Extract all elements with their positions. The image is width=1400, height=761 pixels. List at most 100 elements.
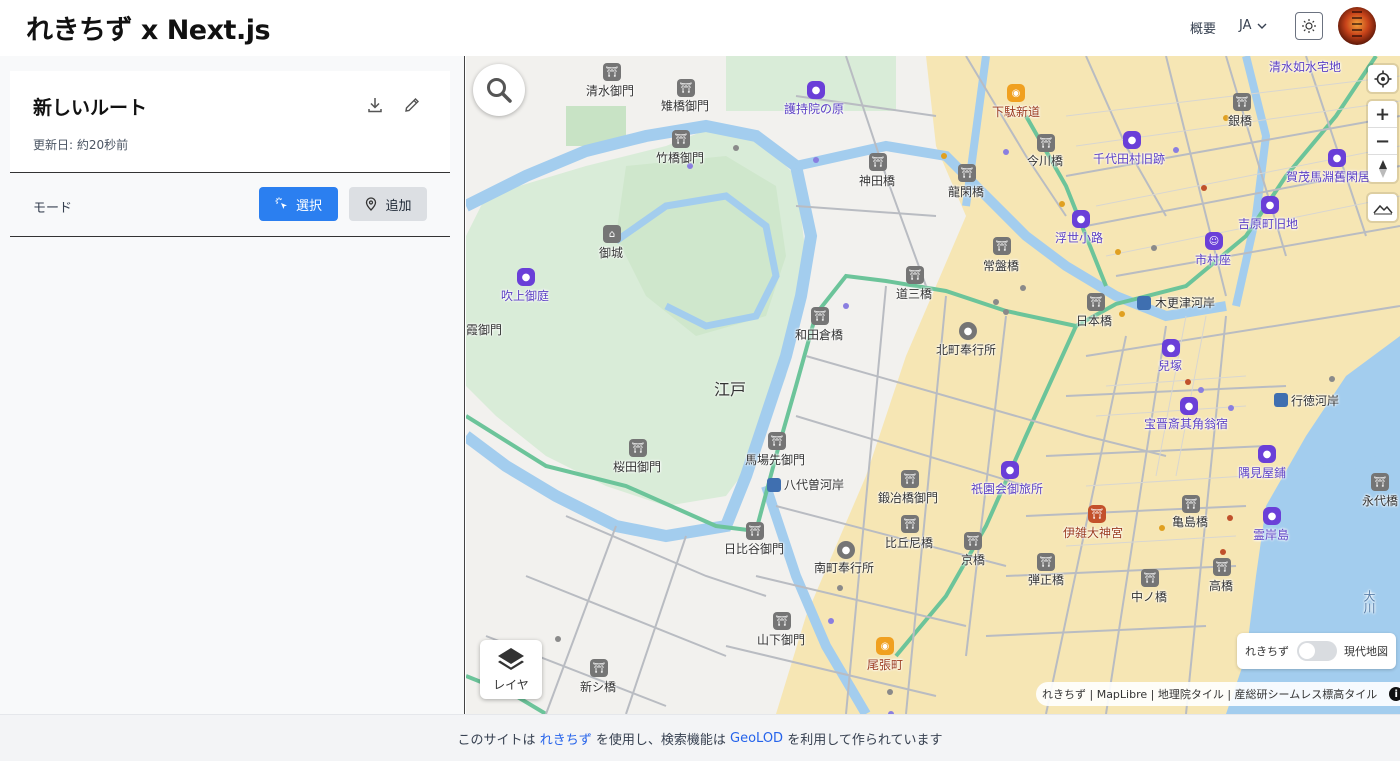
gate-icon[interactable]: ⛩ xyxy=(768,432,786,450)
footer-link-rekichizu[interactable]: れきちず xyxy=(540,729,592,748)
map-label-owari[interactable]: 尾張町 xyxy=(867,656,903,673)
map-label-kamo[interactable]: 賀茂馬淵舊閑居 xyxy=(1286,168,1370,185)
landmark-icon[interactable]: ● xyxy=(1258,445,1276,463)
map-label-kajibashi[interactable]: 鍛冶橋御門 xyxy=(878,489,938,506)
office-icon[interactable]: ● xyxy=(959,322,977,340)
layer-button[interactable]: レイヤ xyxy=(480,640,542,699)
compass-button[interactable] xyxy=(1368,155,1397,182)
map-search-button[interactable] xyxy=(473,64,525,116)
map-label-chiyoda[interactable]: 千代田村旧跡 xyxy=(1093,150,1165,167)
nav-about-link[interactable]: 概要 xyxy=(1190,18,1216,37)
map-label-shirogane[interactable]: 銀橋 xyxy=(1228,112,1252,129)
map-label-kyobashi[interactable]: 京橋 xyxy=(961,551,985,568)
gate-icon[interactable]: ⛩ xyxy=(811,307,829,325)
landmark-icon[interactable]: ● xyxy=(807,81,825,99)
terrain-button[interactable] xyxy=(1368,194,1397,221)
map-label-shinshi[interactable]: 新シ橋 xyxy=(580,678,616,695)
gate-icon[interactable]: ⛩ xyxy=(1141,569,1159,587)
office-icon[interactable]: ● xyxy=(837,541,855,559)
add-mode-button[interactable]: 追加 xyxy=(349,187,427,221)
landmark-icon[interactable]: ● xyxy=(1180,397,1198,415)
gate-icon[interactable]: ⛩ xyxy=(773,612,791,630)
select-mode-button[interactable]: 選択 xyxy=(259,187,338,221)
pier-icon[interactable] xyxy=(1274,393,1288,407)
map-label-shitamanshin[interactable]: 下駄新道 xyxy=(992,103,1040,120)
gate-icon[interactable]: ⛩ xyxy=(1037,553,1055,571)
user-avatar[interactable] xyxy=(1338,7,1376,45)
town-icon[interactable]: ◉ xyxy=(876,637,894,655)
gate-icon[interactable]: ⛩ xyxy=(672,130,690,148)
map-style-switch[interactable] xyxy=(1296,641,1337,661)
map-label-goshiro[interactable]: 御城 xyxy=(599,244,623,261)
landmark-icon[interactable]: ● xyxy=(1123,131,1141,149)
map-label-gojiin[interactable]: 護持院の原 xyxy=(784,100,844,117)
gate-icon[interactable]: ⛩ xyxy=(1087,293,1105,311)
map-label-danjo[interactable]: 弾正橋 xyxy=(1028,571,1064,588)
map-label-takarai[interactable]: 宝晋斎其角翁宿 xyxy=(1144,415,1228,432)
gate-icon[interactable]: ⛩ xyxy=(993,237,1011,255)
map-label-tokiwabashi[interactable]: 常盤橋 xyxy=(983,257,1019,274)
gate-icon[interactable]: ⛩ xyxy=(1182,495,1200,513)
gate-icon[interactable]: ⛩ xyxy=(1213,558,1231,576)
theater-icon[interactable]: ☺ xyxy=(1205,232,1223,250)
map-label-gyotoku[interactable]: 行徳河岸 xyxy=(1291,392,1339,409)
shrine-icon[interactable]: ⛩ xyxy=(1088,505,1106,523)
map-label-chigohashi-gomon[interactable]: 雉橋御門 xyxy=(661,97,709,114)
map-label-kandabashi[interactable]: 神田橋 xyxy=(859,172,895,189)
map-label-dosanbashi[interactable]: 道三橋 xyxy=(896,285,932,302)
map-label-ichimura[interactable]: 市村座 xyxy=(1195,251,1231,268)
geolocate-button[interactable] xyxy=(1368,65,1397,92)
town-icon[interactable]: ◉ xyxy=(1007,84,1025,102)
map-label-ukiyo[interactable]: 浮世小路 xyxy=(1055,229,1103,246)
map-label-takebashi-gomon[interactable]: 竹橋御門 xyxy=(656,149,704,166)
landmark-icon[interactable]: ● xyxy=(1261,196,1279,214)
landmark-icon[interactable]: ● xyxy=(1263,507,1281,525)
landmark-icon[interactable]: ● xyxy=(1328,149,1346,167)
map-canvas[interactable]: ⛩ 清水御門 ⛩ 雉橋御門 ● 護持院の原 ⛩ 竹橋御門 ⛩ 神田橋 ⛩ 龍閑橋… xyxy=(466,56,1400,714)
map-label-sumimi[interactable]: 隅見屋鋪 xyxy=(1238,464,1286,481)
map-label-kodzuka[interactable]: 兒塚 xyxy=(1158,357,1182,374)
map-label-takabashi[interactable]: 高橋 xyxy=(1209,577,1233,594)
map-label-fukiage[interactable]: 吹上御庭 xyxy=(501,287,549,304)
map-label-hibiya[interactable]: 日比谷御門 xyxy=(724,540,784,557)
map-label-edo[interactable]: 江戸 xyxy=(714,376,746,400)
edit-button[interactable] xyxy=(400,93,424,117)
gate-icon[interactable]: ⛩ xyxy=(603,63,621,81)
gate-icon[interactable]: ⛩ xyxy=(958,164,976,182)
gate-icon[interactable]: ⛩ xyxy=(964,532,982,550)
map-label-imagawabashi[interactable]: 今川橋 xyxy=(1027,152,1063,169)
map-label-wadakura[interactable]: 和田倉橋 xyxy=(795,326,843,343)
landmark-icon[interactable]: ● xyxy=(1072,210,1090,228)
map-label-sakurada[interactable]: 桜田御門 xyxy=(613,458,661,475)
map-label-yoshiwara[interactable]: 吉原町旧地 xyxy=(1238,215,1298,232)
gate-icon[interactable]: ⛩ xyxy=(629,439,647,457)
landmark-icon[interactable]: ● xyxy=(517,268,535,286)
gate-icon[interactable]: ⛩ xyxy=(1233,93,1251,111)
app-title[interactable]: れきちず x Next.js xyxy=(26,8,271,47)
gate-icon[interactable]: ⛩ xyxy=(677,79,695,97)
map-label-nakanohashi[interactable]: 中ノ橋 xyxy=(1131,588,1167,605)
map-label-yayosu[interactable]: 八代曽河岸 xyxy=(784,476,844,493)
gate-icon[interactable]: ⛩ xyxy=(590,659,608,677)
map-label-reiganjima[interactable]: 霊岸島 xyxy=(1253,526,1289,543)
footer-link-geolod[interactable]: GeoLOD xyxy=(730,731,783,746)
map-label-gion[interactable]: 祇園会御旅所 xyxy=(971,480,1043,497)
gate-icon[interactable]: ⛩ xyxy=(1371,473,1389,491)
map-label-yamashita[interactable]: 山下御門 xyxy=(757,631,805,648)
gate-icon[interactable]: ⛩ xyxy=(901,515,919,533)
map-label-kitamachi[interactable]: 北町奉行所 xyxy=(936,341,996,358)
gate-icon[interactable]: ⛩ xyxy=(906,266,924,284)
language-selector[interactable]: JA xyxy=(1239,18,1268,33)
map-label-izaida[interactable]: 伊雑大神宮 xyxy=(1063,524,1123,541)
attribution-text[interactable]: れきちず | MapLibre | 地理院タイル | 産総研シームレス標高タイル xyxy=(1042,686,1377,702)
map-label-kokan[interactable]: 霞御門 xyxy=(466,321,502,338)
pier-icon[interactable] xyxy=(1137,296,1151,310)
theme-toggle-button[interactable] xyxy=(1295,12,1323,40)
map-label-babasaki[interactable]: 馬場先御門 xyxy=(745,451,805,468)
gate-icon[interactable]: ⛩ xyxy=(746,522,764,540)
map-label-shimizu-gomon[interactable]: 清水御門 xyxy=(586,82,634,99)
map-label-kisarazu[interactable]: 木更津河岸 xyxy=(1155,294,1215,311)
gate-icon[interactable]: ⛩ xyxy=(869,153,887,171)
map-label-kiyomizu[interactable]: 清水如水宅地 xyxy=(1269,58,1341,75)
info-icon[interactable]: i xyxy=(1389,687,1400,701)
